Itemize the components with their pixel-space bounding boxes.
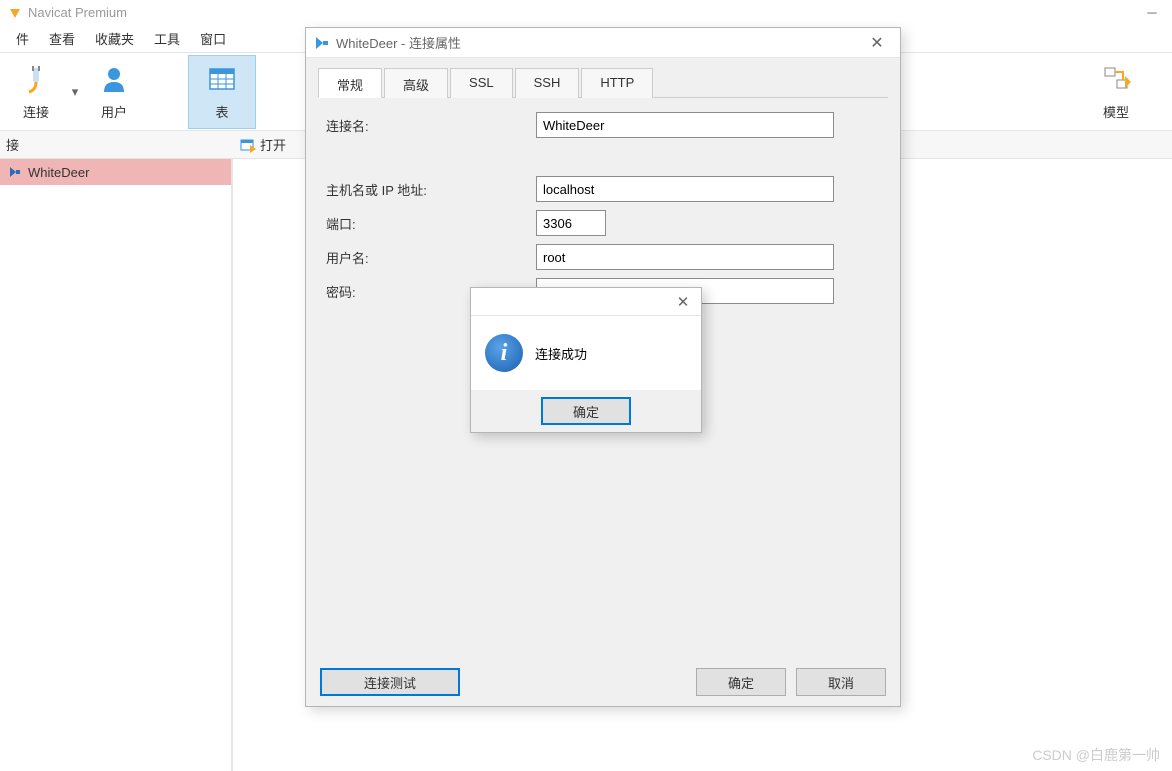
connection-tree: WhiteDeer — [0, 159, 232, 771]
message-ok-button[interactable]: 确定 — [541, 397, 631, 425]
menu-view[interactable]: 查看 — [39, 25, 85, 52]
dialog-titlebar[interactable]: WhiteDeer - 连接属性 ✕ — [306, 28, 900, 58]
dialog-ok-button[interactable]: 确定 — [696, 668, 786, 696]
message-body: i 连接成功 — [471, 316, 701, 390]
label-port: 端口: — [326, 214, 536, 233]
label-host: 主机名或 IP 地址: — [326, 180, 536, 199]
menu-file[interactable]: 件 — [6, 25, 39, 52]
toolbar-connect-label: 连接 — [23, 102, 49, 121]
label-conn-name: 连接名: — [326, 116, 536, 135]
test-connection-button[interactable]: 连接测试 — [320, 668, 460, 696]
input-username[interactable] — [536, 244, 834, 270]
tab-ssl[interactable]: SSL — [450, 68, 513, 98]
toolbar-user-button[interactable]: 用户 — [80, 55, 148, 129]
dialog-tabstrip: 常规 高级 SSL SSH HTTP — [318, 68, 888, 98]
info-icon: i — [485, 334, 523, 372]
table-icon — [205, 62, 239, 96]
plug-icon — [19, 62, 53, 96]
dialog-title: WhiteDeer - 连接属性 — [336, 33, 461, 52]
app-titlebar: Navicat Premium — [0, 0, 1172, 25]
subbar-left-label: 接 — [0, 135, 232, 154]
message-text: 连接成功 — [535, 344, 587, 363]
connection-form: 连接名: 主机名或 IP 地址: 端口: 用户名: 密码: — [318, 98, 888, 304]
toolbar-user-label: 用户 — [101, 102, 127, 121]
message-titlebar[interactable]: ✕ — [471, 288, 701, 316]
menu-favorites[interactable]: 收藏夹 — [85, 25, 144, 52]
toolbar-model-button[interactable]: 模型 — [1082, 55, 1150, 129]
toolbar-connect-button[interactable]: 连接 — [2, 55, 70, 129]
menu-tools[interactable]: 工具 — [144, 25, 190, 52]
tree-item-label: WhiteDeer — [28, 165, 89, 180]
app-title: Navicat Premium — [28, 5, 127, 20]
dropdown-icon[interactable]: ▾ — [70, 84, 80, 100]
tree-item-whitedeer[interactable]: WhiteDeer — [0, 159, 231, 185]
dialog-button-row: 连接测试 确定 取消 — [306, 658, 900, 706]
input-port[interactable] — [536, 210, 606, 236]
model-icon — [1099, 62, 1133, 96]
toolbar-table-label: 表 — [215, 102, 228, 121]
tab-advanced[interactable]: 高级 — [384, 68, 448, 98]
minimize-button[interactable]: ─ — [1132, 0, 1172, 25]
dialog-icon — [314, 35, 330, 51]
input-host[interactable] — [536, 176, 834, 202]
connection-icon — [8, 165, 22, 179]
tab-http[interactable]: HTTP — [581, 68, 653, 98]
window-controls: ─ — [1132, 0, 1172, 25]
message-box: ✕ i 连接成功 确定 — [470, 287, 702, 433]
app-logo-icon — [8, 6, 22, 20]
message-close-button[interactable]: ✕ — [671, 293, 695, 311]
label-username: 用户名: — [326, 248, 536, 267]
subbar-open-label[interactable]: 打开 — [260, 135, 286, 154]
toolbar-table-button[interactable]: 表 — [188, 55, 256, 129]
toolbar-model-label: 模型 — [1103, 102, 1129, 121]
watermark: CSDN @白鹿第一帅 — [1032, 745, 1160, 765]
open-table-icon — [240, 137, 256, 153]
dialog-close-button[interactable]: ✕ — [862, 33, 892, 53]
tab-ssh[interactable]: SSH — [515, 68, 580, 98]
dialog-cancel-button[interactable]: 取消 — [796, 668, 886, 696]
input-conn-name[interactable] — [536, 112, 834, 138]
menu-window[interactable]: 窗口 — [190, 25, 236, 52]
tab-general[interactable]: 常规 — [318, 68, 382, 98]
user-icon — [97, 62, 131, 96]
